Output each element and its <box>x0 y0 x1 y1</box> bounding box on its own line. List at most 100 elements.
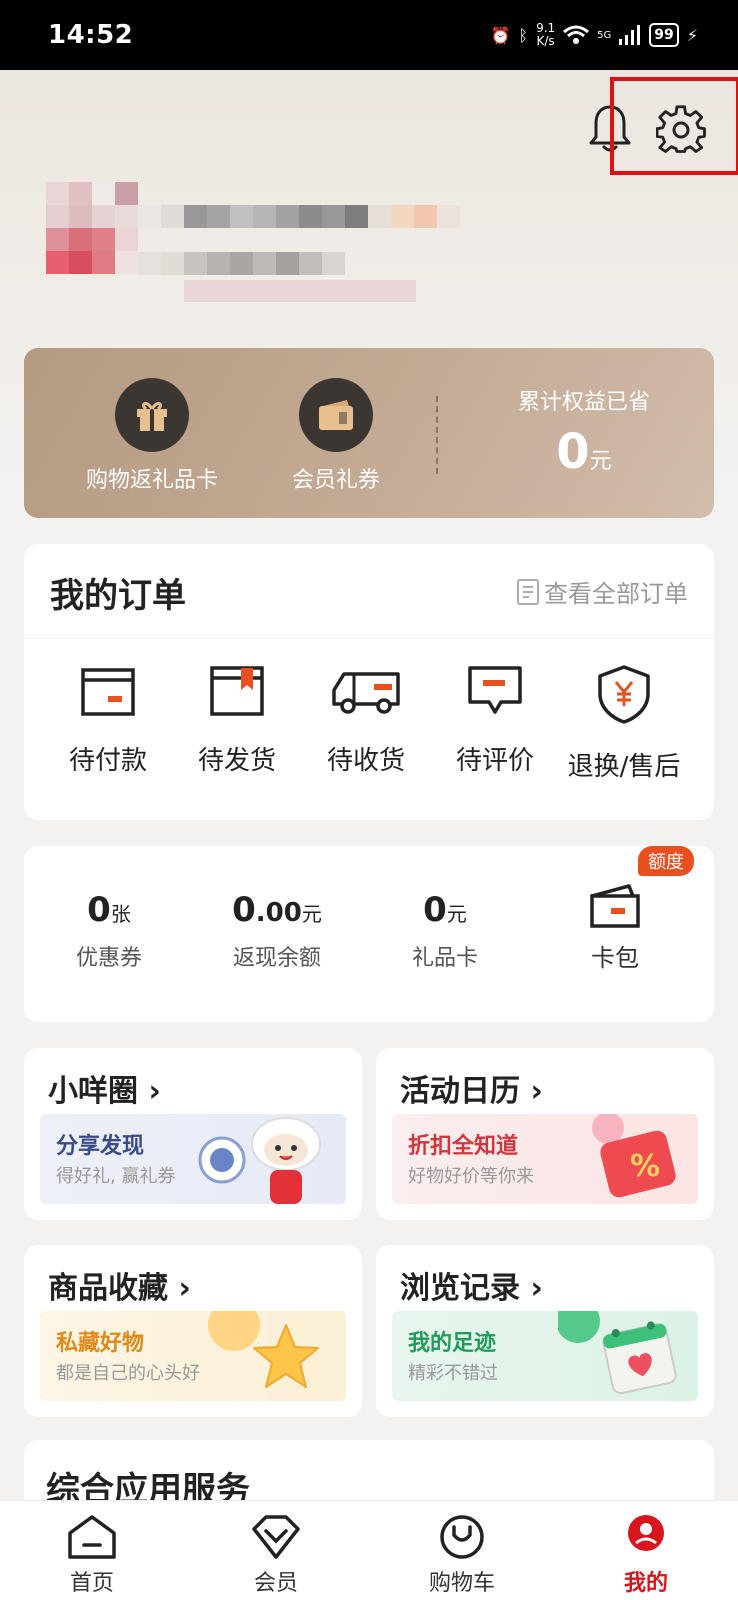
card-wallet-entry[interactable]: 卡包 <box>530 882 700 973</box>
calendar-heart-icon <box>558 1311 677 1395</box>
wifi-icon <box>563 25 590 44</box>
user-name <box>138 205 460 228</box>
bottom-tab-bar: 首页 会员 购物车 我的 <box>0 1500 738 1600</box>
chevron-right-icon: › <box>178 1271 191 1306</box>
assets-card: 0张 优惠券 0.00元 返现余额 0元 礼品卡 额度 卡包 <box>24 846 714 1022</box>
wallet-icon <box>81 668 135 716</box>
view-all-orders-link[interactable]: 查看全部订单 <box>516 574 688 609</box>
gift-card-value: 0 <box>423 890 447 930</box>
view-all-orders-label: 查看全部订单 <box>544 580 688 608</box>
coupons-label: 优惠券 <box>75 946 142 971</box>
member-icon <box>252 1515 300 1559</box>
status-icons: ⏰ ᛒ 9.1 K/s 5G 99 ⚡ <box>491 22 698 48</box>
status-bar: 14:52 ⏰ ᛒ 9.1 K/s 5G 99 ⚡ <box>0 0 738 70</box>
package-icon <box>210 666 264 716</box>
card-wallet-label: 卡包 <box>591 944 639 972</box>
mascot-sheep-icon <box>198 1117 321 1204</box>
circle-banner-subtitle: 得好礼, 赢礼券 <box>56 1166 176 1187</box>
avatar <box>46 182 138 274</box>
battery-indicator: 99 <box>649 23 679 47</box>
order-pending-shipment-label: 待发货 <box>197 746 276 776</box>
card-wallet-icon <box>590 884 640 928</box>
tab-profile-label: 我的 <box>623 1571 668 1596</box>
chevron-right-icon: › <box>530 1074 543 1109</box>
browse-history-tile[interactable]: 浏览记录 › 我的足迹 精彩不错过 <box>376 1245 714 1417</box>
browse-history-banner-subtitle: 精彩不错过 <box>408 1363 498 1384</box>
coupons-entry[interactable]: 0张 优惠券 <box>24 890 194 972</box>
cashback-label: 返现余额 <box>232 946 321 971</box>
cashback-unit: 元 <box>301 902 322 926</box>
browse-history-banner[interactable]: 我的足迹 精彩不错过 <box>392 1311 698 1401</box>
gift-card-balance-entry[interactable]: 0元 礼品卡 <box>360 890 530 972</box>
tab-home-label: 首页 <box>69 1571 114 1596</box>
order-returns-label: 退换/售后 <box>567 752 681 782</box>
tab-member[interactable]: 会员 <box>216 1513 336 1597</box>
cart-icon <box>440 1515 484 1559</box>
chevron-right-icon: › <box>530 1271 543 1306</box>
event-calendar-tile[interactable]: 活动日历 › 折扣全知道 好物好价等你来 % <box>376 1048 714 1220</box>
gift-card-rebate-label: 购物返礼品卡 <box>85 468 218 493</box>
event-calendar-banner-subtitle: 好物好价等你来 <box>408 1166 534 1187</box>
order-list-icon <box>517 578 539 605</box>
savings-summary[interactable]: 累计权益已省 0元 <box>484 384 684 480</box>
order-pending-shipment[interactable]: 待发货 <box>173 664 301 777</box>
settings-highlight-box <box>610 77 738 175</box>
event-calendar-banner-title: 折扣全知道 <box>408 1134 519 1159</box>
gift-icon <box>115 378 189 452</box>
shield-yen-icon <box>598 665 650 724</box>
orders-divider <box>24 638 714 639</box>
circle-banner-title: 分享发现 <box>56 1134 145 1159</box>
gift-card-rebate-entry[interactable]: 购物返礼品卡 <box>72 378 232 494</box>
profile-icon <box>628 1515 664 1551</box>
order-pending-receipt[interactable]: 待收货 <box>302 664 430 777</box>
order-pending-payment-label: 待付款 <box>68 746 147 776</box>
savings-label: 累计权益已省 <box>517 390 650 415</box>
bluetooth-icon: ᛒ <box>518 25 529 45</box>
gift-card-unit: 元 <box>446 902 467 926</box>
tab-member-label: 会员 <box>253 1571 298 1596</box>
browse-history-banner-title: 我的足迹 <box>408 1331 497 1356</box>
order-pending-review-label: 待评价 <box>455 746 534 776</box>
tab-profile[interactable]: 我的 <box>586 1513 706 1597</box>
favorites-tile[interactable]: 商品收藏 › 私藏好物 都是自己的心头好 <box>24 1245 362 1417</box>
signal-icon <box>619 25 641 45</box>
star-icon <box>208 1311 319 1388</box>
quota-badge: 额度 <box>638 846 694 876</box>
event-calendar-banner[interactable]: 折扣全知道 好物好价等你来 % <box>392 1114 698 1204</box>
order-pending-review[interactable]: 待评价 <box>431 664 559 777</box>
tab-home[interactable]: 首页 <box>32 1513 152 1597</box>
member-benefits-card: 购物返礼品卡 会员礼券 累计权益已省 0元 <box>24 348 714 518</box>
cashback-entry[interactable]: 0.00元 返现余额 <box>192 890 362 972</box>
favorites-title: 商品收藏 <box>48 1271 168 1306</box>
order-pending-payment[interactable]: 待付款 <box>44 664 172 777</box>
circle-title: 小咩圈 <box>48 1074 138 1109</box>
net-speed: 9.1 K/s <box>536 21 556 48</box>
coupon-icon <box>299 378 373 452</box>
orders-title: 我的订单 <box>50 576 186 616</box>
user-id <box>138 252 345 275</box>
tab-cart-label: 购物车 <box>428 1571 495 1596</box>
savings-value: 0 <box>556 424 590 480</box>
event-calendar-title: 活动日历 <box>400 1074 520 1109</box>
circle-banner[interactable]: 分享发现 得好礼, 赢礼券 <box>40 1114 346 1204</box>
truck-icon <box>332 672 400 714</box>
status-time: 14:52 <box>48 20 134 50</box>
gift-card-label: 礼品卡 <box>411 946 478 971</box>
home-icon <box>68 1515 116 1559</box>
signal-label: 5G <box>597 29 612 41</box>
order-pending-receipt-label: 待收货 <box>326 746 405 776</box>
my-orders-card: 我的订单 查看全部订单 待付款 待发货 待收货 待评价 退换/售后 <box>24 544 714 820</box>
order-returns-aftersales[interactable]: 退换/售后 <box>560 664 688 783</box>
member-coupon-label: 会员礼券 <box>291 468 380 493</box>
favorites-banner-title: 私藏好物 <box>56 1331 145 1356</box>
cashback-decimal: .00 <box>255 898 302 928</box>
coupons-unit: 张 <box>110 902 131 926</box>
alarm-icon: ⏰ <box>490 25 511 45</box>
tab-cart[interactable]: 购物车 <box>402 1513 522 1597</box>
member-coupon-entry[interactable]: 会员礼券 <box>256 378 416 494</box>
savings-unit: 元 <box>589 449 612 474</box>
charging-icon: ⚡ <box>686 25 698 45</box>
circle-tile[interactable]: 小咩圈 › 分享发现 得好礼, 赢礼券 <box>24 1048 362 1220</box>
user-tag <box>184 280 416 302</box>
favorites-banner[interactable]: 私藏好物 都是自己的心头好 <box>40 1311 346 1401</box>
